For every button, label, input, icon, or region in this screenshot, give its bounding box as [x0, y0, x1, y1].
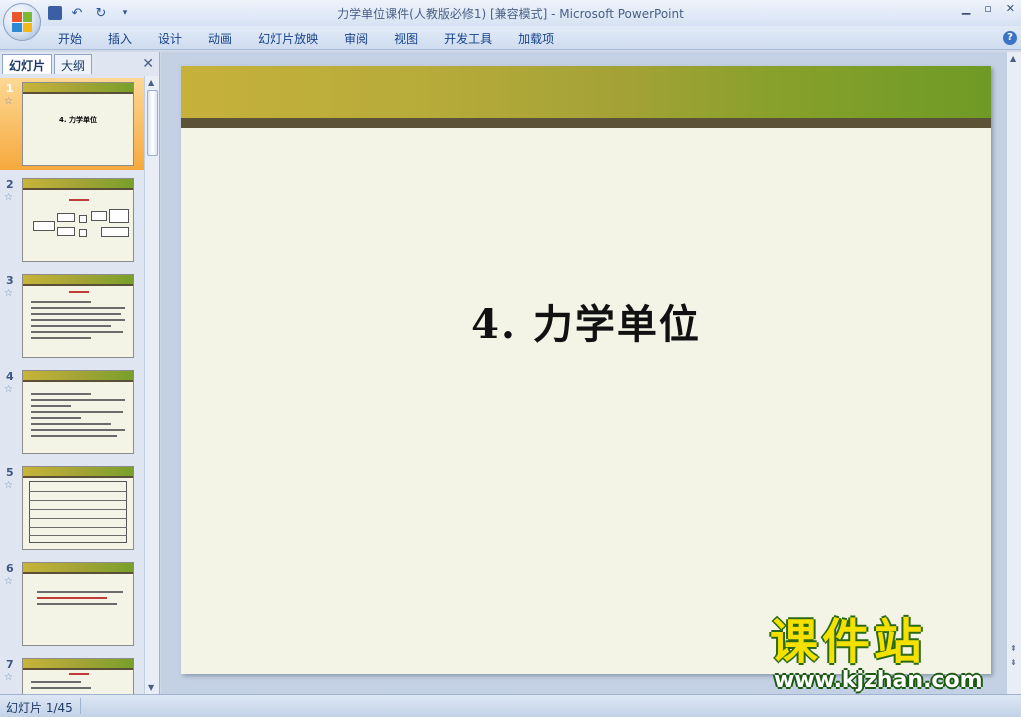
slide-thumb-5[interactable]: 5 ☆: [0, 462, 144, 554]
slide-thumb-2[interactable]: 2 ☆: [0, 174, 144, 266]
transition-star-icon: ☆: [4, 288, 13, 299]
close-pane-icon[interactable]: ✕: [142, 56, 154, 72]
current-slide[interactable]: 4. 力学单位: [181, 66, 991, 674]
slide-editor: 4. 力学单位: [161, 52, 1007, 694]
title-bar: ↶ ↻ ▾ 力学单位课件(人教版必修1) [兼容模式] - Microsoft …: [0, 0, 1021, 26]
restore-icon[interactable]: ▫: [984, 2, 991, 15]
slide-header-band: [181, 66, 991, 118]
window-title: 力学单位课件(人教版必修1) [兼容模式] - Microsoft PowerP…: [337, 7, 684, 21]
tab-review[interactable]: 审阅: [344, 30, 368, 47]
tab-slides[interactable]: 幻灯片: [2, 54, 53, 74]
slide-thumb-6[interactable]: 6 ☆: [0, 558, 144, 650]
slide-number: 1: [6, 82, 14, 95]
thumbnail-image: 4. 力学单位: [22, 82, 134, 166]
transition-star-icon: ☆: [4, 384, 13, 395]
minimize-icon[interactable]: ▁: [962, 2, 970, 15]
slide-number: 6: [6, 562, 14, 575]
slide-number: 3: [6, 274, 14, 287]
tab-developer[interactable]: 开发工具: [444, 30, 492, 47]
watermark-brand: 课件站: [770, 614, 927, 670]
status-divider: [80, 698, 81, 714]
office-logo-icon: [12, 12, 32, 32]
watermark-logo: 课件站 www.kjzhan.com: [770, 616, 1010, 696]
transition-star-icon: ☆: [4, 480, 13, 491]
thumbnail-image: [22, 274, 134, 358]
next-slide-icon[interactable]: ⇟: [1010, 658, 1017, 667]
scroll-up-icon[interactable]: ▲: [1010, 54, 1016, 63]
pane-tabs: 幻灯片 大纲 ✕: [0, 54, 160, 74]
thumbnail-image: [22, 562, 134, 646]
tab-insert[interactable]: 插入: [108, 30, 132, 47]
thumbnail-image: [22, 658, 134, 694]
office-button[interactable]: [3, 3, 41, 41]
close-window-icon[interactable]: ✕: [1006, 2, 1015, 15]
slide-thumbnails: 1 ☆ 4. 力学单位 2 ☆ 3 ☆ 4 ☆ 5 ☆ 6 ☆ 7 ☆: [0, 76, 144, 694]
slide-thumb-3[interactable]: 3 ☆: [0, 270, 144, 362]
status-bar: 幻灯片 1/45: [0, 694, 1021, 717]
scroll-up-icon[interactable]: ▲: [148, 78, 154, 87]
thumbnails-scrollbar[interactable]: ▲ ▼: [144, 76, 159, 694]
watermark-url: www.kjzhan.com: [774, 668, 983, 693]
transition-star-icon: ☆: [4, 672, 13, 683]
ribbon-tabs: 开始 插入 设计 动画 幻灯片放映 审阅 视图 开发工具 加载项: [58, 30, 580, 47]
tab-outline[interactable]: 大纲: [54, 54, 93, 74]
scroll-thumb[interactable]: [147, 90, 158, 156]
scroll-down-icon[interactable]: ▼: [148, 683, 154, 692]
slide-title[interactable]: 4. 力学单位: [181, 292, 991, 350]
transition-star-icon: ☆: [4, 576, 13, 587]
editor-scrollbar[interactable]: ▲ ⇞ ⇟: [1006, 52, 1021, 694]
tab-home[interactable]: 开始: [58, 30, 82, 47]
previous-slide-icon[interactable]: ⇞: [1010, 644, 1017, 653]
slide-thumb-7[interactable]: 7 ☆: [0, 654, 144, 694]
slide-number: 7: [6, 658, 14, 671]
tab-design[interactable]: 设计: [158, 30, 182, 47]
slide-number: 5: [6, 466, 14, 479]
tab-view[interactable]: 视图: [394, 30, 418, 47]
transition-star-icon: ☆: [4, 192, 13, 203]
thumbnail-image: [22, 178, 134, 262]
tab-animations[interactable]: 动画: [208, 30, 232, 47]
slide-counter: 幻灯片 1/45: [6, 701, 73, 715]
transition-star-icon: ☆: [4, 96, 13, 107]
slide-number: 2: [6, 178, 14, 191]
thumbnail-image: [22, 466, 134, 550]
slide-number: 4: [6, 370, 14, 383]
thumbnail-title: 4. 力学单位: [59, 116, 97, 124]
slide-thumb-4[interactable]: 4 ☆: [0, 366, 144, 458]
slide-thumb-1[interactable]: 1 ☆ 4. 力学单位: [0, 78, 144, 170]
window-controls: ▁ ▫ ✕: [962, 2, 1015, 15]
slides-pane: 幻灯片 大纲 ✕ 1 ☆ 4. 力学单位 2 ☆ 3 ☆ 4 ☆ 5 ☆ 6 ☆…: [0, 52, 160, 694]
slide-header-stripe: [181, 118, 991, 128]
thumbnail-image: [22, 370, 134, 454]
help-icon[interactable]: ?: [1003, 31, 1017, 45]
tab-slideshow[interactable]: 幻灯片放映: [258, 30, 318, 47]
tab-addins[interactable]: 加载项: [518, 30, 554, 47]
ribbon: 开始 插入 设计 动画 幻灯片放映 审阅 视图 开发工具 加载项 ?: [0, 26, 1021, 50]
